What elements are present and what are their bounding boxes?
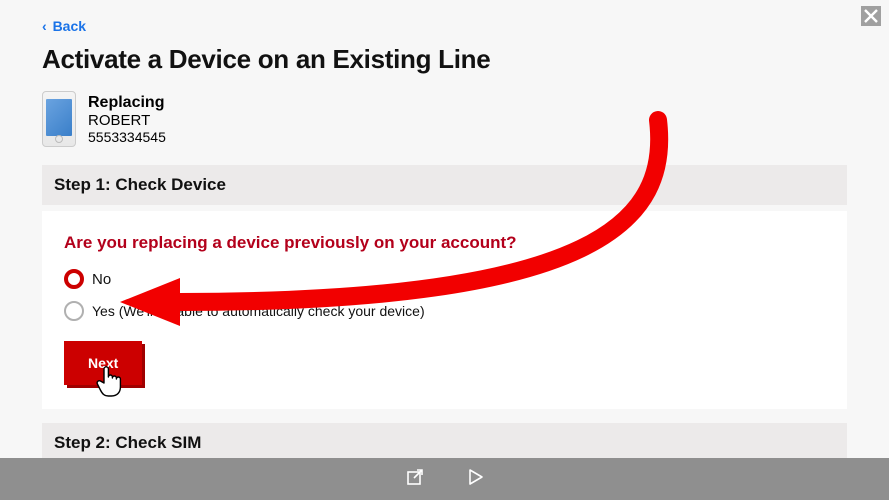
page-root: ‹ Back Activate a Device on an Existing … (0, 0, 889, 500)
radio-icon-unselected[interactable] (64, 301, 84, 321)
replacing-summary: Replacing ROBERT 5553334545 (42, 91, 847, 147)
page-title: Activate a Device on an Existing Line (42, 44, 847, 75)
step1-question: Are you replacing a device previously on… (64, 233, 825, 253)
play-icon[interactable] (466, 468, 484, 491)
replacing-name: ROBERT (88, 112, 166, 129)
media-control-bar (0, 458, 889, 500)
next-button-wrap: Next (64, 341, 142, 385)
close-icon[interactable] (861, 6, 881, 26)
radio-icon-selected[interactable] (64, 269, 84, 289)
replacing-phone: 5553334545 (88, 129, 166, 145)
next-button[interactable]: Next (64, 341, 142, 385)
radio-option-no[interactable]: No (64, 269, 825, 289)
open-external-icon[interactable] (406, 468, 424, 491)
step1-body: Are you replacing a device previously on… (42, 211, 847, 409)
back-link[interactable]: ‹ Back (42, 18, 847, 34)
back-label: Back (53, 18, 86, 34)
content-area: ‹ Back Activate a Device on an Existing … (0, 0, 889, 463)
step1-header: Step 1: Check Device (42, 165, 847, 205)
radio-option-yes[interactable]: Yes (We'll be able to automatically chec… (64, 301, 825, 321)
chevron-left-icon: ‹ (42, 18, 47, 34)
radio-yes-label: Yes (We'll be able to automatically chec… (92, 303, 425, 319)
replacing-label: Replacing (88, 94, 166, 112)
replacing-text: Replacing ROBERT 5553334545 (88, 94, 166, 145)
radio-no-label: No (92, 271, 111, 288)
step2-header: Step 2: Check SIM (42, 423, 847, 463)
device-thumbnail-icon (42, 91, 76, 147)
